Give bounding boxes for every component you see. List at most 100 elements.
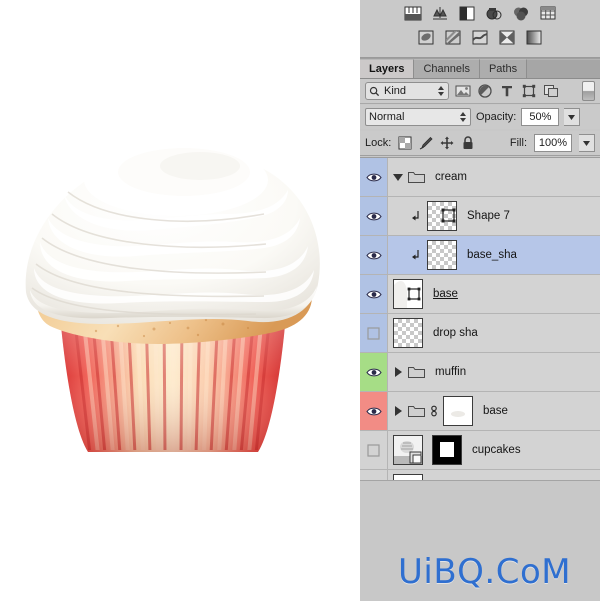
- layer-name[interactable]: muffin: [435, 366, 466, 378]
- layer-row-shape-7[interactable]: Shape 7: [360, 197, 600, 236]
- tab-paths[interactable]: Paths: [479, 59, 528, 78]
- filter-shape-layers-icon[interactable]: [521, 83, 537, 99]
- layer-visibility-toggle[interactable]: [360, 314, 388, 352]
- gradient-map-icon[interactable]: [525, 29, 543, 46]
- layer-thumbnail[interactable]: [393, 318, 423, 348]
- layer-row-base-sha[interactable]: base_sha: [360, 236, 600, 275]
- filter-enable-toggle[interactable]: [582, 81, 595, 101]
- disclosure-open-icon[interactable]: [393, 172, 404, 183]
- stepper-arrows-icon: [460, 112, 466, 122]
- mask-preview: [433, 436, 461, 464]
- layer-row-muffin[interactable]: muffin: [360, 353, 600, 392]
- link-layers-icon[interactable]: [429, 404, 439, 418]
- layer-row-base[interactable]: base: [360, 275, 600, 314]
- adjustments-panel: [360, 0, 600, 58]
- layer-list[interactable]: cream Shape 7 base_shabase drop sha muffin ba…: [360, 157, 600, 481]
- document-canvas[interactable]: [0, 0, 360, 600]
- levels-icon[interactable]: [431, 5, 449, 22]
- exposure-icon[interactable]: [485, 5, 503, 22]
- smart-object-preview: [394, 436, 422, 464]
- layer-name[interactable]: base_sha: [467, 249, 517, 261]
- eye-visible-icon[interactable]: [365, 211, 382, 222]
- layer-name[interactable]: cream: [435, 171, 467, 183]
- channel-mixer-icon[interactable]: [498, 29, 516, 46]
- disclosure-closed-icon[interactable]: [393, 366, 404, 378]
- layer-visibility-toggle[interactable]: [360, 275, 388, 313]
- layer-visibility-toggle[interactable]: [360, 197, 388, 235]
- layer-name[interactable]: cupcakes: [472, 444, 521, 456]
- fill-input[interactable]: 100%: [534, 134, 572, 152]
- opacity-label: Opacity:: [476, 111, 517, 123]
- cupcake-illustration: [25, 144, 320, 452]
- blend-mode-select[interactable]: Normal: [365, 108, 471, 126]
- filter-kind-value: Kind: [384, 85, 407, 97]
- lock-all-icon[interactable]: [461, 136, 475, 150]
- filter-smart-objects-icon[interactable]: [543, 83, 559, 99]
- layer-thumbnail[interactable]: [427, 201, 457, 231]
- disclosure-closed-icon[interactable]: [393, 405, 404, 417]
- layer-group-folder-icon: [408, 172, 425, 183]
- chevron-down-icon: [583, 140, 590, 146]
- lock-row: Lock: Fill: 100%: [360, 131, 600, 156]
- tab-channels[interactable]: Channels: [414, 59, 480, 78]
- panel-tabs: Layers Channels Paths: [360, 58, 600, 79]
- layer-filter-row: Kind: [360, 79, 600, 104]
- eye-visible-icon[interactable]: [365, 289, 382, 300]
- opacity-dropdown-button[interactable]: [564, 108, 581, 126]
- eye-visible-icon[interactable]: [365, 250, 382, 261]
- blend-mode-row: Normal Opacity: 50%: [360, 105, 600, 129]
- layer-thumbnail[interactable]: [393, 279, 423, 309]
- eye-hidden-icon[interactable]: [367, 443, 380, 457]
- lock-image-pixels-icon[interactable]: [419, 136, 433, 150]
- filter-pixel-layers-icon[interactable]: [455, 83, 471, 99]
- layer-name[interactable]: base: [433, 288, 458, 300]
- mask-preview: [444, 397, 472, 425]
- layer-row-base[interactable]: base: [360, 392, 600, 431]
- adjustments-row-1: [360, 0, 600, 22]
- filter-adjustment-layers-icon[interactable]: [477, 83, 493, 99]
- layer-visibility-toggle[interactable]: [360, 353, 388, 391]
- layer-row-drop-sha[interactable]: drop sha: [360, 314, 600, 353]
- tab-layers[interactable]: Layers: [360, 59, 415, 78]
- layer-name[interactable]: Shape 7: [467, 210, 510, 222]
- filter-kind-select[interactable]: Kind: [365, 82, 449, 100]
- layer-visibility-toggle[interactable]: [360, 236, 388, 274]
- eye-visible-icon[interactable]: [365, 367, 382, 378]
- smart-object-thumbnail[interactable]: [393, 435, 423, 465]
- lock-transparent-pixels-icon[interactable]: [398, 136, 412, 150]
- layer-thumbnail[interactable]: [427, 240, 457, 270]
- layer-row-body: base_sha: [388, 240, 600, 270]
- photoshop-window: Layers Channels Paths Kind Normal Opacit…: [0, 0, 600, 601]
- brightness-contrast-icon[interactable]: [404, 5, 422, 22]
- layer-group-folder-icon: [408, 406, 425, 417]
- layer-row-cupcakes[interactable]: cupcakes: [360, 431, 600, 470]
- layer-visibility-toggle[interactable]: [360, 392, 388, 430]
- layer-row-cream[interactable]: cream: [360, 158, 600, 197]
- eye-hidden-icon[interactable]: [367, 326, 380, 340]
- vibrance-icon[interactable]: [512, 5, 530, 22]
- layer-mask-thumbnail[interactable]: [432, 435, 462, 465]
- layer-visibility-toggle[interactable]: [360, 158, 388, 196]
- eye-visible-icon[interactable]: [365, 172, 382, 183]
- eye-visible-icon[interactable]: [365, 406, 382, 417]
- color-balance-icon[interactable]: [417, 29, 435, 46]
- black-white-icon[interactable]: [444, 29, 462, 46]
- layer-visibility-toggle[interactable]: [360, 431, 388, 469]
- vector-mask-thumbnail: [441, 208, 456, 223]
- opacity-input[interactable]: 50%: [521, 108, 560, 126]
- layer-row-body: cream: [388, 170, 600, 184]
- layers-panel: Layers Channels Paths Kind Normal Opacit…: [360, 0, 600, 601]
- fill-label: Fill:: [509, 137, 527, 149]
- layer-name[interactable]: base: [483, 405, 508, 417]
- fill-dropdown-button[interactable]: [579, 134, 595, 152]
- hue-saturation-icon[interactable]: [539, 5, 557, 22]
- layer-name[interactable]: drop sha: [433, 327, 478, 339]
- layer-mask-thumbnail[interactable]: [443, 396, 473, 426]
- tab-strip-filler: [527, 59, 600, 78]
- chevron-down-icon: [568, 114, 576, 120]
- lock-position-icon[interactable]: [440, 136, 454, 150]
- filter-type-layers-icon[interactable]: [499, 83, 515, 99]
- layer-row-body: drop sha: [388, 318, 600, 348]
- curves-icon[interactable]: [458, 5, 476, 22]
- photo-filter-icon[interactable]: [471, 29, 489, 46]
